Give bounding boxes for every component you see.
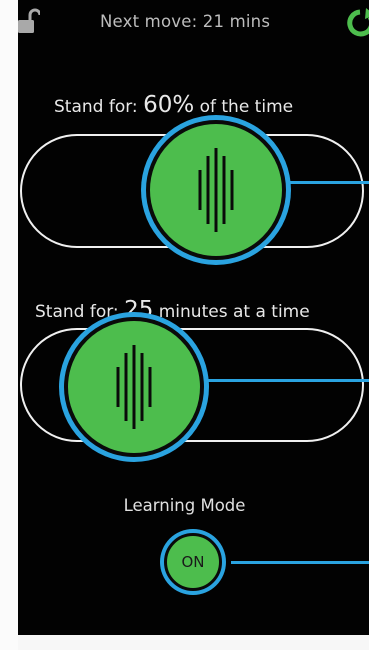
stand-minutes-slider-knob[interactable] (64, 317, 204, 457)
refresh-icon[interactable] (346, 6, 369, 40)
stand-percent-label: Stand for: 60% of the time (54, 92, 344, 118)
slider-grip-icon (198, 148, 234, 232)
bottom-edge (18, 635, 369, 650)
stand-percent-value: 60% (143, 92, 195, 118)
unlocked-padlock-icon[interactable] (18, 8, 42, 34)
learning-mode-label: Learning Mode (123, 496, 246, 515)
slider-grip-icon (116, 345, 152, 429)
learning-mode-toggle-label: ON (181, 553, 205, 571)
stand-percent-suffix: of the time (199, 97, 294, 117)
callout-line (204, 379, 369, 382)
left-edge (0, 0, 18, 650)
next-move-value: 21 mins (202, 12, 271, 31)
callout-line (286, 181, 369, 184)
stand-minutes-label: Stand for: 25 minutes at a time (35, 297, 365, 323)
callout-line (231, 561, 369, 564)
learning-mode-toggle[interactable]: ON (164, 533, 222, 591)
stand-percent-slider-knob[interactable] (146, 120, 286, 260)
next-move-status: Next move: 21 mins (100, 12, 270, 31)
next-move-label: Next move: (100, 12, 198, 31)
stand-minutes-prefix: Stand for: (35, 302, 119, 322)
stand-percent-prefix: Stand for: (54, 97, 138, 117)
stand-minutes-suffix: minutes at a time (158, 302, 310, 322)
